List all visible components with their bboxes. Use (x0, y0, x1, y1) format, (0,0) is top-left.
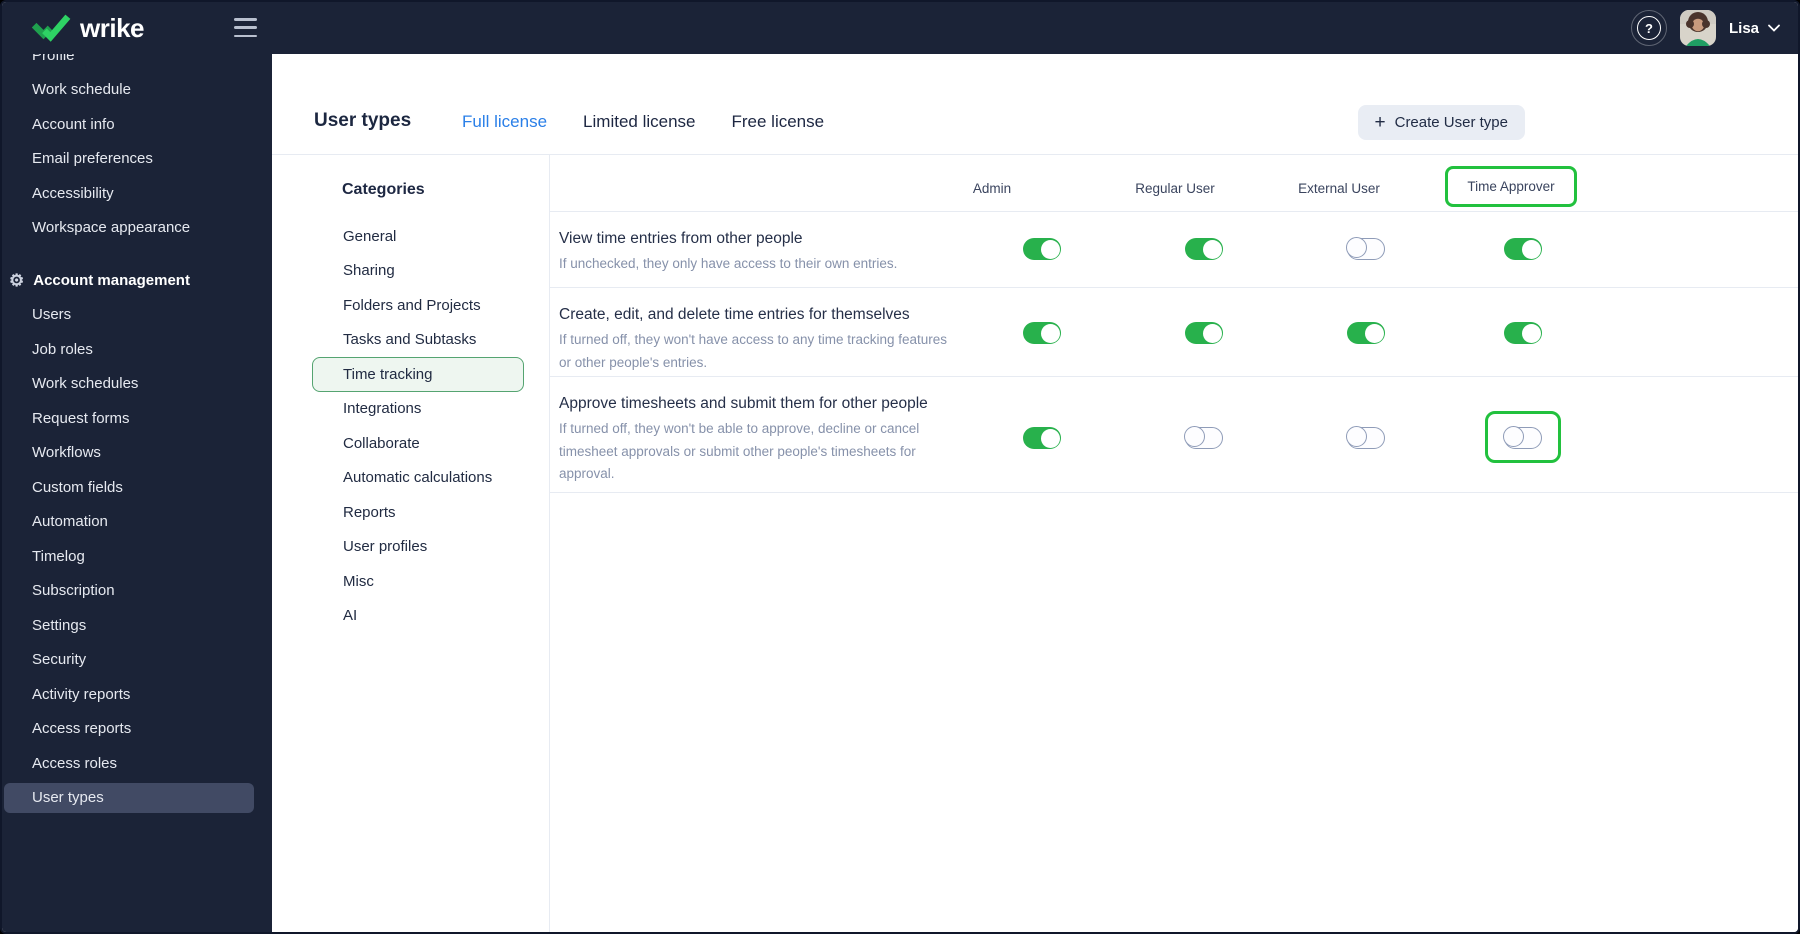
sidebar-item-work-schedules[interactable]: Work schedules (2, 367, 272, 402)
sidebar-item-account-info[interactable]: Account info (2, 107, 272, 142)
sidebar-item-job-roles[interactable]: Job roles (2, 332, 272, 367)
sidebar-item-access-roles[interactable]: Access roles (2, 746, 272, 781)
category-reports[interactable]: Reports (312, 495, 524, 530)
sidebar-item-request-forms[interactable]: Request forms (2, 401, 272, 436)
settings-sidebar: Profile Work schedule Account info Email… (2, 54, 272, 932)
avatar-photo-icon (1679, 10, 1716, 46)
sidebar-item-workflows[interactable]: Workflows (2, 436, 272, 471)
sidebar-item-timelog[interactable]: Timelog (2, 539, 272, 574)
avatar[interactable] (1679, 10, 1716, 46)
toggle-external-user[interactable] (1346, 426, 1385, 449)
sidebar-item-automation[interactable]: Automation (2, 505, 272, 540)
topbar-right: ? Lisa (1630, 2, 1780, 54)
page-title: User types (314, 110, 412, 131)
create-button-label: Create User type (1394, 114, 1508, 131)
category-sharing[interactable]: Sharing (312, 254, 524, 289)
category-user-profiles[interactable]: User profiles (312, 530, 524, 565)
toggle-admin[interactable] (1023, 322, 1061, 344)
permission-text: Create, edit, and delete time entries fo… (550, 288, 1798, 374)
category-collaborate[interactable]: Collaborate (312, 426, 524, 461)
permission-text: View time entries from other people If u… (550, 212, 1798, 276)
topbar: wrike ? Lisa (2, 2, 1798, 54)
toggle-admin[interactable] (1023, 427, 1061, 449)
sidebar-item-accessibility[interactable]: Accessibility (2, 176, 272, 211)
wrike-logo: wrike (2, 12, 145, 44)
toggle-admin[interactable] (1023, 238, 1061, 260)
main-content: User types Full license Limited license … (272, 54, 1798, 932)
category-automatic-calculations[interactable]: Automatic calculations (312, 461, 524, 496)
column-admin: Admin (972, 181, 1012, 196)
sidebar-item-email-preferences[interactable]: Email preferences (2, 142, 272, 177)
category-general[interactable]: General (312, 219, 524, 254)
gear-icon: ⚙ (9, 270, 25, 290)
permission-title: View time entries from other people (559, 230, 803, 247)
category-ai[interactable]: AI (312, 599, 524, 634)
permissions-table-header: Admin Regular User External User Time Ap… (550, 155, 1798, 212)
column-external-user: External User (1298, 181, 1380, 196)
tab-limited-license[interactable]: Limited license (583, 112, 695, 132)
create-user-type-button[interactable]: + Create User type (1357, 105, 1525, 140)
toggle-regular-user[interactable] (1185, 322, 1223, 344)
toggle-time-approver[interactable] (1504, 322, 1542, 344)
sidebar-item-user-types[interactable]: User types (4, 782, 254, 813)
sidebar-section-account-management[interactable]: ⚙ Account management (2, 263, 272, 298)
time-approver-highlight-box: Time Approver (1445, 166, 1577, 207)
section-label: Account management (33, 271, 190, 289)
question-icon: ? (1636, 16, 1661, 40)
table-row-view-time-entries: View time entries from other people If u… (550, 212, 1798, 288)
sidebar-item-settings[interactable]: Settings (2, 608, 272, 643)
sidebar-item-workspace-appearance[interactable]: Workspace appearance (2, 211, 272, 246)
app-window: wrike ? Lisa Profile Work schedule Accou… (0, 0, 1800, 934)
category-integrations[interactable]: Integrations (312, 392, 524, 427)
permission-description: If turned off, they won't have access to… (559, 332, 948, 370)
license-tabs: Full license Limited license Free licens… (462, 112, 824, 132)
sidebar-item-profile[interactable]: Profile (2, 54, 272, 73)
brand-name: wrike (80, 12, 145, 43)
toggle-external-user[interactable] (1346, 237, 1385, 260)
toggle-time-approver[interactable] (1504, 238, 1542, 260)
category-misc[interactable]: Misc (312, 564, 524, 599)
permission-text: Approve timesheets and submit them for o… (550, 377, 1798, 486)
sidebar-item-users[interactable]: Users (2, 298, 272, 333)
help-button[interactable]: ? (1630, 10, 1667, 46)
chevron-down-icon[interactable] (1768, 24, 1780, 32)
tab-full-license[interactable]: Full license (462, 112, 547, 132)
sidebar-item-activity-reports[interactable]: Activity reports (2, 677, 272, 712)
time-approver-toggle-highlight-box (1485, 411, 1561, 463)
category-tasks-and-subtasks[interactable]: Tasks and Subtasks (312, 323, 524, 358)
sidebar-item-security[interactable]: Security (2, 643, 272, 678)
category-time-tracking[interactable]: Time tracking (312, 357, 524, 392)
toggle-regular-user[interactable] (1185, 238, 1223, 260)
column-time-approver: Time Approver (1467, 179, 1555, 194)
toggle-external-user[interactable] (1347, 322, 1385, 344)
toggle-regular-user[interactable] (1184, 426, 1223, 449)
sidebar-item-subscription[interactable]: Subscription (2, 574, 272, 609)
sidebar-item-work-schedule[interactable]: Work schedule (2, 73, 272, 108)
permission-title: Approve timesheets and submit them for o… (559, 395, 928, 412)
wrike-check-icon (31, 14, 71, 42)
sidebar-item-access-reports[interactable]: Access reports (2, 712, 272, 747)
sidebar-item-custom-fields[interactable]: Custom fields (2, 470, 272, 505)
permission-description: If unchecked, they only have access to t… (559, 256, 898, 271)
table-row-approve-timesheets: Approve timesheets and submit them for o… (550, 377, 1798, 493)
column-regular-user: Regular User (1135, 181, 1215, 196)
permission-description: If turned off, they won't be able to app… (559, 421, 920, 481)
categories-panel: Categories General Sharing Folders and P… (272, 155, 550, 932)
tab-free-license[interactable]: Free license (732, 112, 825, 132)
category-folders-and-projects[interactable]: Folders and Projects (312, 288, 524, 323)
menu-icon[interactable] (234, 18, 257, 37)
user-name[interactable]: Lisa (1729, 20, 1759, 37)
permission-title: Create, edit, and delete time entries fo… (559, 306, 910, 323)
categories-title: Categories (342, 181, 425, 198)
plus-icon: + (1374, 112, 1386, 133)
table-row-create-edit-delete: Create, edit, and delete time entries fo… (550, 288, 1798, 377)
